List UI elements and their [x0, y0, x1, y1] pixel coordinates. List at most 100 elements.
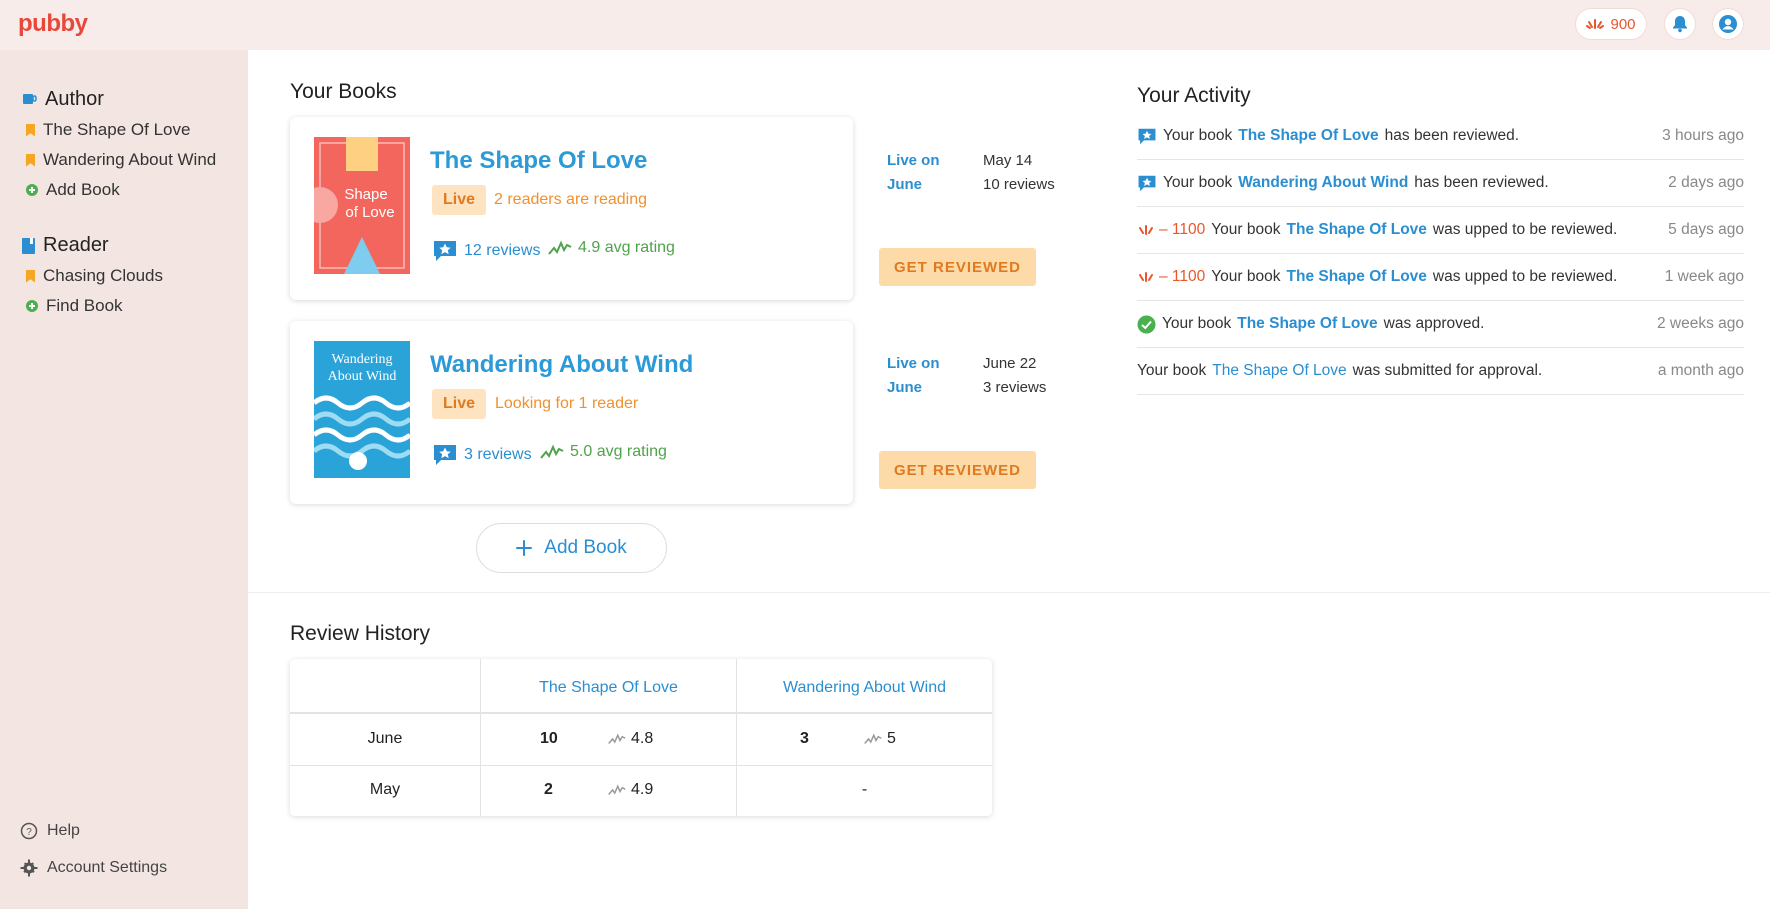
activity-row: Your book Wandering About Wind has been …: [1137, 160, 1744, 207]
rating-cell: 4.9: [608, 781, 653, 799]
sidebar-section-reader[interactable]: Reader: [22, 234, 109, 257]
sidebar-item-label: Add Book: [46, 180, 120, 199]
help-link[interactable]: ? Help: [20, 822, 80, 840]
app-logo[interactable]: pubby: [18, 10, 88, 38]
book-card[interactable]: Shape of Love The Shape Of Love Live 2 r…: [290, 117, 853, 300]
help-icon: ?: [20, 822, 38, 840]
activity-row: – 1100 Your book The Shape Of Love was u…: [1137, 207, 1744, 254]
sidebar-section-label: Author: [45, 88, 104, 110]
cup-icon: [23, 94, 37, 104]
reviews-count: 3: [800, 730, 809, 747]
review-star-icon: [1138, 175, 1156, 191]
trend-icon: [608, 784, 626, 795]
column-header[interactable]: The Shape Of Love: [481, 679, 736, 697]
reviews-link[interactable]: 3 reviews: [432, 443, 532, 467]
sidebar-item-find-book[interactable]: Find Book: [26, 296, 123, 316]
month-label: June: [887, 176, 923, 193]
get-reviewed-button[interactable]: GET REVIEWED: [879, 451, 1036, 489]
activity-text: has been reviewed.: [1384, 127, 1520, 144]
svg-text:Wandering: Wandering: [331, 352, 392, 367]
sidebar-item-shape-of-love[interactable]: The Shape Of Love: [26, 120, 190, 140]
sidebar-item-chasing-clouds[interactable]: Chasing Clouds: [26, 266, 163, 286]
reviews-count: 2: [544, 781, 553, 798]
account-settings-link[interactable]: Account Settings: [20, 859, 167, 877]
live-on-label: Live on: [887, 152, 940, 169]
sidebar-item-label: Find Book: [46, 296, 123, 315]
sidebar-item-add-book[interactable]: Add Book: [26, 180, 120, 200]
activity-text: Your book: [1163, 127, 1233, 144]
check-circle-icon: [1137, 315, 1156, 333]
top-bar: pubby 900: [0, 0, 1770, 50]
trend-icon: [540, 444, 564, 459]
reviews-count: 3 reviews: [464, 446, 532, 463]
avg-rating: 5.0 avg rating: [570, 443, 667, 460]
svg-text:?: ?: [26, 827, 32, 838]
rating-info: 5.0 avg rating: [540, 443, 667, 461]
live-on-date: June 22: [983, 355, 1037, 372]
live-on-label: Live on: [887, 355, 940, 372]
trend-icon: [608, 733, 626, 744]
activity-text: was approved.: [1383, 315, 1485, 332]
activity-book-link[interactable]: The Shape Of Love: [1287, 221, 1427, 239]
bookmark-icon: [26, 123, 35, 137]
user-avatar-icon: [1719, 15, 1737, 33]
add-book-button[interactable]: Add Book: [476, 523, 667, 573]
rating-cell: 4.8: [608, 730, 653, 748]
gear-icon: [20, 859, 38, 877]
review-star-icon: [1138, 128, 1156, 144]
bookmark-icon: [26, 153, 35, 167]
help-label: Help: [47, 822, 80, 839]
section-divider: [248, 592, 1770, 593]
book-icon: [22, 237, 35, 254]
reviews-link[interactable]: 12 reviews: [432, 239, 540, 263]
bookmark-icon: [26, 269, 35, 283]
add-book-label: Add Book: [544, 537, 627, 558]
activity-book-link[interactable]: The Shape Of Love: [1238, 127, 1378, 145]
activity-row: Your book The Shape Of Love was submitte…: [1137, 348, 1744, 395]
points-value: 900: [1610, 15, 1636, 33]
activity-row: – 1100 Your book The Shape Of Love was u…: [1137, 254, 1744, 301]
reading-status: 2 readers are reading: [494, 191, 647, 208]
points-icon: [1139, 272, 1153, 282]
plus-circle-icon: [26, 184, 38, 196]
activity-text: has been reviewed.: [1414, 174, 1549, 191]
points-amount: – 1100: [1159, 268, 1206, 285]
sidebar-item-wandering-about-wind[interactable]: Wandering About Wind: [26, 150, 216, 170]
avg-rating: 4.9 avg rating: [578, 239, 675, 256]
activity-book-link[interactable]: Wandering About Wind: [1238, 174, 1408, 192]
points-icon: [1586, 19, 1605, 29]
sidebar-section-author[interactable]: Author: [22, 88, 104, 111]
book-title[interactable]: Wandering About Wind: [430, 351, 693, 379]
row-month: May: [369, 781, 401, 798]
points-spent: – 1100: [1137, 268, 1205, 286]
empty-cell: -: [861, 781, 868, 798]
activity-book-link[interactable]: The Shape Of Love: [1237, 315, 1377, 333]
activity-text: Your book: [1163, 174, 1233, 191]
book-cover[interactable]: Shape of Love: [302, 137, 410, 274]
activity-book-link[interactable]: The Shape Of Love: [1287, 268, 1427, 286]
notifications-button[interactable]: [1664, 8, 1696, 40]
activity-row: Your book The Shape Of Love has been rev…: [1137, 113, 1744, 160]
book-card[interactable]: Wandering About Wind Wandering About Win…: [290, 321, 853, 504]
row-month: June: [367, 730, 403, 747]
sidebar-item-label: Chasing Clouds: [43, 266, 164, 285]
plus-circle-icon: [26, 300, 38, 312]
points-amount: – 1100: [1159, 221, 1206, 238]
activity-time: 3 hours ago: [1662, 127, 1744, 144]
activity-book-link[interactable]: The Shape Of Love: [1212, 362, 1346, 380]
activity-text: Your book: [1211, 221, 1281, 238]
book-title[interactable]: The Shape Of Love: [430, 147, 647, 175]
sidebar-item-label: Wandering About Wind: [43, 150, 217, 169]
column-header[interactable]: Wandering About Wind: [737, 679, 992, 697]
account-settings-label: Account Settings: [47, 859, 168, 876]
profile-button[interactable]: [1712, 8, 1744, 40]
svg-text:of Love: of Love: [345, 204, 394, 221]
sidebar-item-label: The Shape Of Love: [43, 120, 191, 139]
month-reviews: 10 reviews: [983, 176, 1055, 193]
points-badge[interactable]: 900: [1575, 8, 1647, 40]
activity-text: was upped to be reviewed.: [1432, 268, 1618, 285]
points-spent: – 1100: [1137, 221, 1205, 239]
review-star-icon: [434, 445, 456, 465]
get-reviewed-button[interactable]: GET REVIEWED: [879, 248, 1036, 286]
book-cover[interactable]: Wandering About Wind: [312, 341, 412, 478]
